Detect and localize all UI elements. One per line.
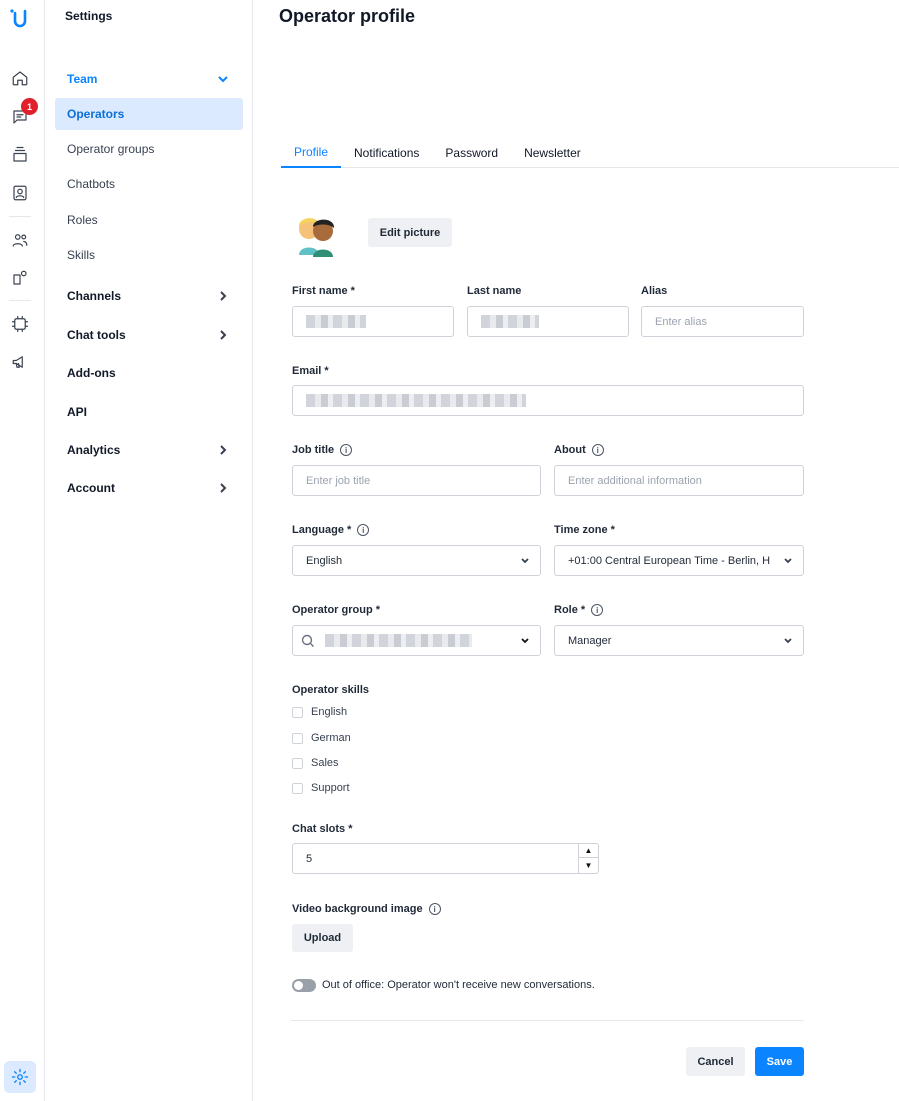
- chat-slots-stepper[interactable]: 5 ▲ ▼: [292, 843, 599, 874]
- sidebar-item-api[interactable]: API: [55, 396, 243, 428]
- ai-icon[interactable]: [10, 314, 30, 334]
- role-label: Role * i: [554, 604, 604, 616]
- tab-password[interactable]: Password: [432, 137, 511, 168]
- home-icon[interactable]: [10, 68, 30, 88]
- out-of-office-text: Out of office: Operator won't receive ne…: [322, 979, 595, 991]
- sidebar-item-chat-tools[interactable]: Chat tools: [55, 319, 243, 351]
- chevron-down-icon: [217, 73, 229, 85]
- tab-profile[interactable]: Profile: [281, 137, 342, 168]
- sidebar-item-chatbots[interactable]: Chatbots: [55, 168, 243, 200]
- gear-icon: [11, 1068, 29, 1086]
- rail-divider: [9, 216, 31, 217]
- save-button[interactable]: Save: [755, 1047, 804, 1076]
- chat-slots-label: Chat slots *: [292, 823, 353, 835]
- increment-icon[interactable]: ▲: [579, 844, 598, 858]
- chevron-down-icon: [783, 636, 793, 646]
- profile-tabs: Profile Notifications Password Newslette…: [281, 137, 899, 168]
- cancel-button[interactable]: Cancel: [686, 1047, 745, 1076]
- search-icon: [301, 634, 315, 648]
- sidebar-item-account[interactable]: Account: [55, 472, 243, 504]
- operator-skills-label: Operator skills: [292, 684, 370, 696]
- info-icon[interactable]: i: [357, 524, 370, 536]
- sidebar-item-skills[interactable]: Skills: [55, 239, 243, 271]
- chevron-right-icon: [217, 329, 229, 341]
- job-title-field[interactable]: Enter job title: [292, 465, 541, 496]
- about-field[interactable]: Enter additional information: [554, 465, 804, 496]
- icon-rail: 1: [0, 0, 45, 1101]
- time-zone-select[interactable]: +01:00 Central European Time - Berlin, H: [554, 545, 804, 576]
- page-title: Operator profile: [279, 6, 416, 26]
- chevron-down-icon: [520, 556, 530, 566]
- megaphone-icon[interactable]: [10, 352, 30, 372]
- role-select[interactable]: Manager: [554, 625, 804, 656]
- about-label: About i: [554, 444, 604, 456]
- sidebar-item-operators[interactable]: Operators: [55, 98, 243, 130]
- sidebar-title: Settings: [65, 9, 113, 23]
- last-name-label: Last name: [467, 285, 522, 297]
- edit-picture-button[interactable]: Edit picture: [368, 218, 452, 247]
- sidebar-item-roles[interactable]: Roles: [55, 204, 243, 236]
- sidebar-item-team[interactable]: Team: [55, 63, 243, 95]
- last-name-field[interactable]: [467, 306, 629, 337]
- skill-checkbox-sales[interactable]: Sales: [292, 757, 339, 769]
- sidebar-item-addons[interactable]: Add-ons: [55, 357, 243, 389]
- chevron-right-icon: [217, 482, 229, 494]
- team-icon[interactable]: [10, 230, 30, 250]
- info-icon[interactable]: i: [591, 604, 604, 616]
- rail-divider: [9, 300, 31, 301]
- first-name-field[interactable]: [292, 306, 454, 337]
- main-content: Operator profile Profile Notifications P…: [253, 0, 899, 1101]
- skill-checkbox-support[interactable]: Support: [292, 782, 350, 794]
- logo-icon[interactable]: [8, 7, 32, 31]
- job-title-label: Job title i: [292, 444, 353, 456]
- info-icon[interactable]: i: [428, 903, 441, 915]
- first-name-label: First name *: [292, 285, 355, 297]
- info-icon[interactable]: i: [340, 444, 353, 456]
- operator-group-label: Operator group *: [292, 604, 381, 616]
- inbox-icon[interactable]: [10, 145, 30, 165]
- chevron-down-icon: [520, 636, 530, 646]
- alias-field[interactable]: Enter alias: [641, 306, 804, 337]
- operator-group-select[interactable]: [292, 625, 541, 656]
- email-label: Email *: [292, 365, 329, 377]
- skill-checkbox-english[interactable]: English: [292, 706, 347, 718]
- settings-sidebar: Settings Team Operators Operator groups …: [45, 0, 253, 1101]
- tab-notifications[interactable]: Notifications: [341, 137, 432, 168]
- footer-divider: [291, 1020, 804, 1021]
- sidebar-item-channels[interactable]: Channels: [55, 280, 243, 312]
- contacts-icon[interactable]: [10, 183, 30, 203]
- video-background-label: Video background image i: [292, 903, 441, 915]
- decrement-icon[interactable]: ▼: [579, 858, 598, 872]
- notification-badge: 1: [21, 98, 38, 115]
- chevron-down-icon: [783, 556, 793, 566]
- language-label: Language * i: [292, 524, 370, 536]
- alias-label: Alias: [641, 285, 668, 297]
- email-field[interactable]: [292, 385, 804, 416]
- language-select[interactable]: English: [292, 545, 541, 576]
- time-zone-label: Time zone *: [554, 524, 615, 536]
- out-of-office-toggle[interactable]: [292, 979, 316, 992]
- tab-newsletter[interactable]: Newsletter: [511, 137, 594, 168]
- info-icon[interactable]: i: [591, 444, 604, 456]
- sidebar-item-operator-groups[interactable]: Operator groups: [55, 133, 243, 165]
- upload-button[interactable]: Upload: [292, 924, 353, 952]
- integrations-icon[interactable]: [10, 268, 30, 288]
- avatar: [291, 209, 341, 259]
- sidebar-item-analytics[interactable]: Analytics: [55, 434, 243, 466]
- chevron-right-icon: [217, 444, 229, 456]
- chevron-right-icon: [217, 290, 229, 302]
- settings-button[interactable]: [4, 1061, 36, 1093]
- skill-checkbox-german[interactable]: German: [292, 732, 351, 744]
